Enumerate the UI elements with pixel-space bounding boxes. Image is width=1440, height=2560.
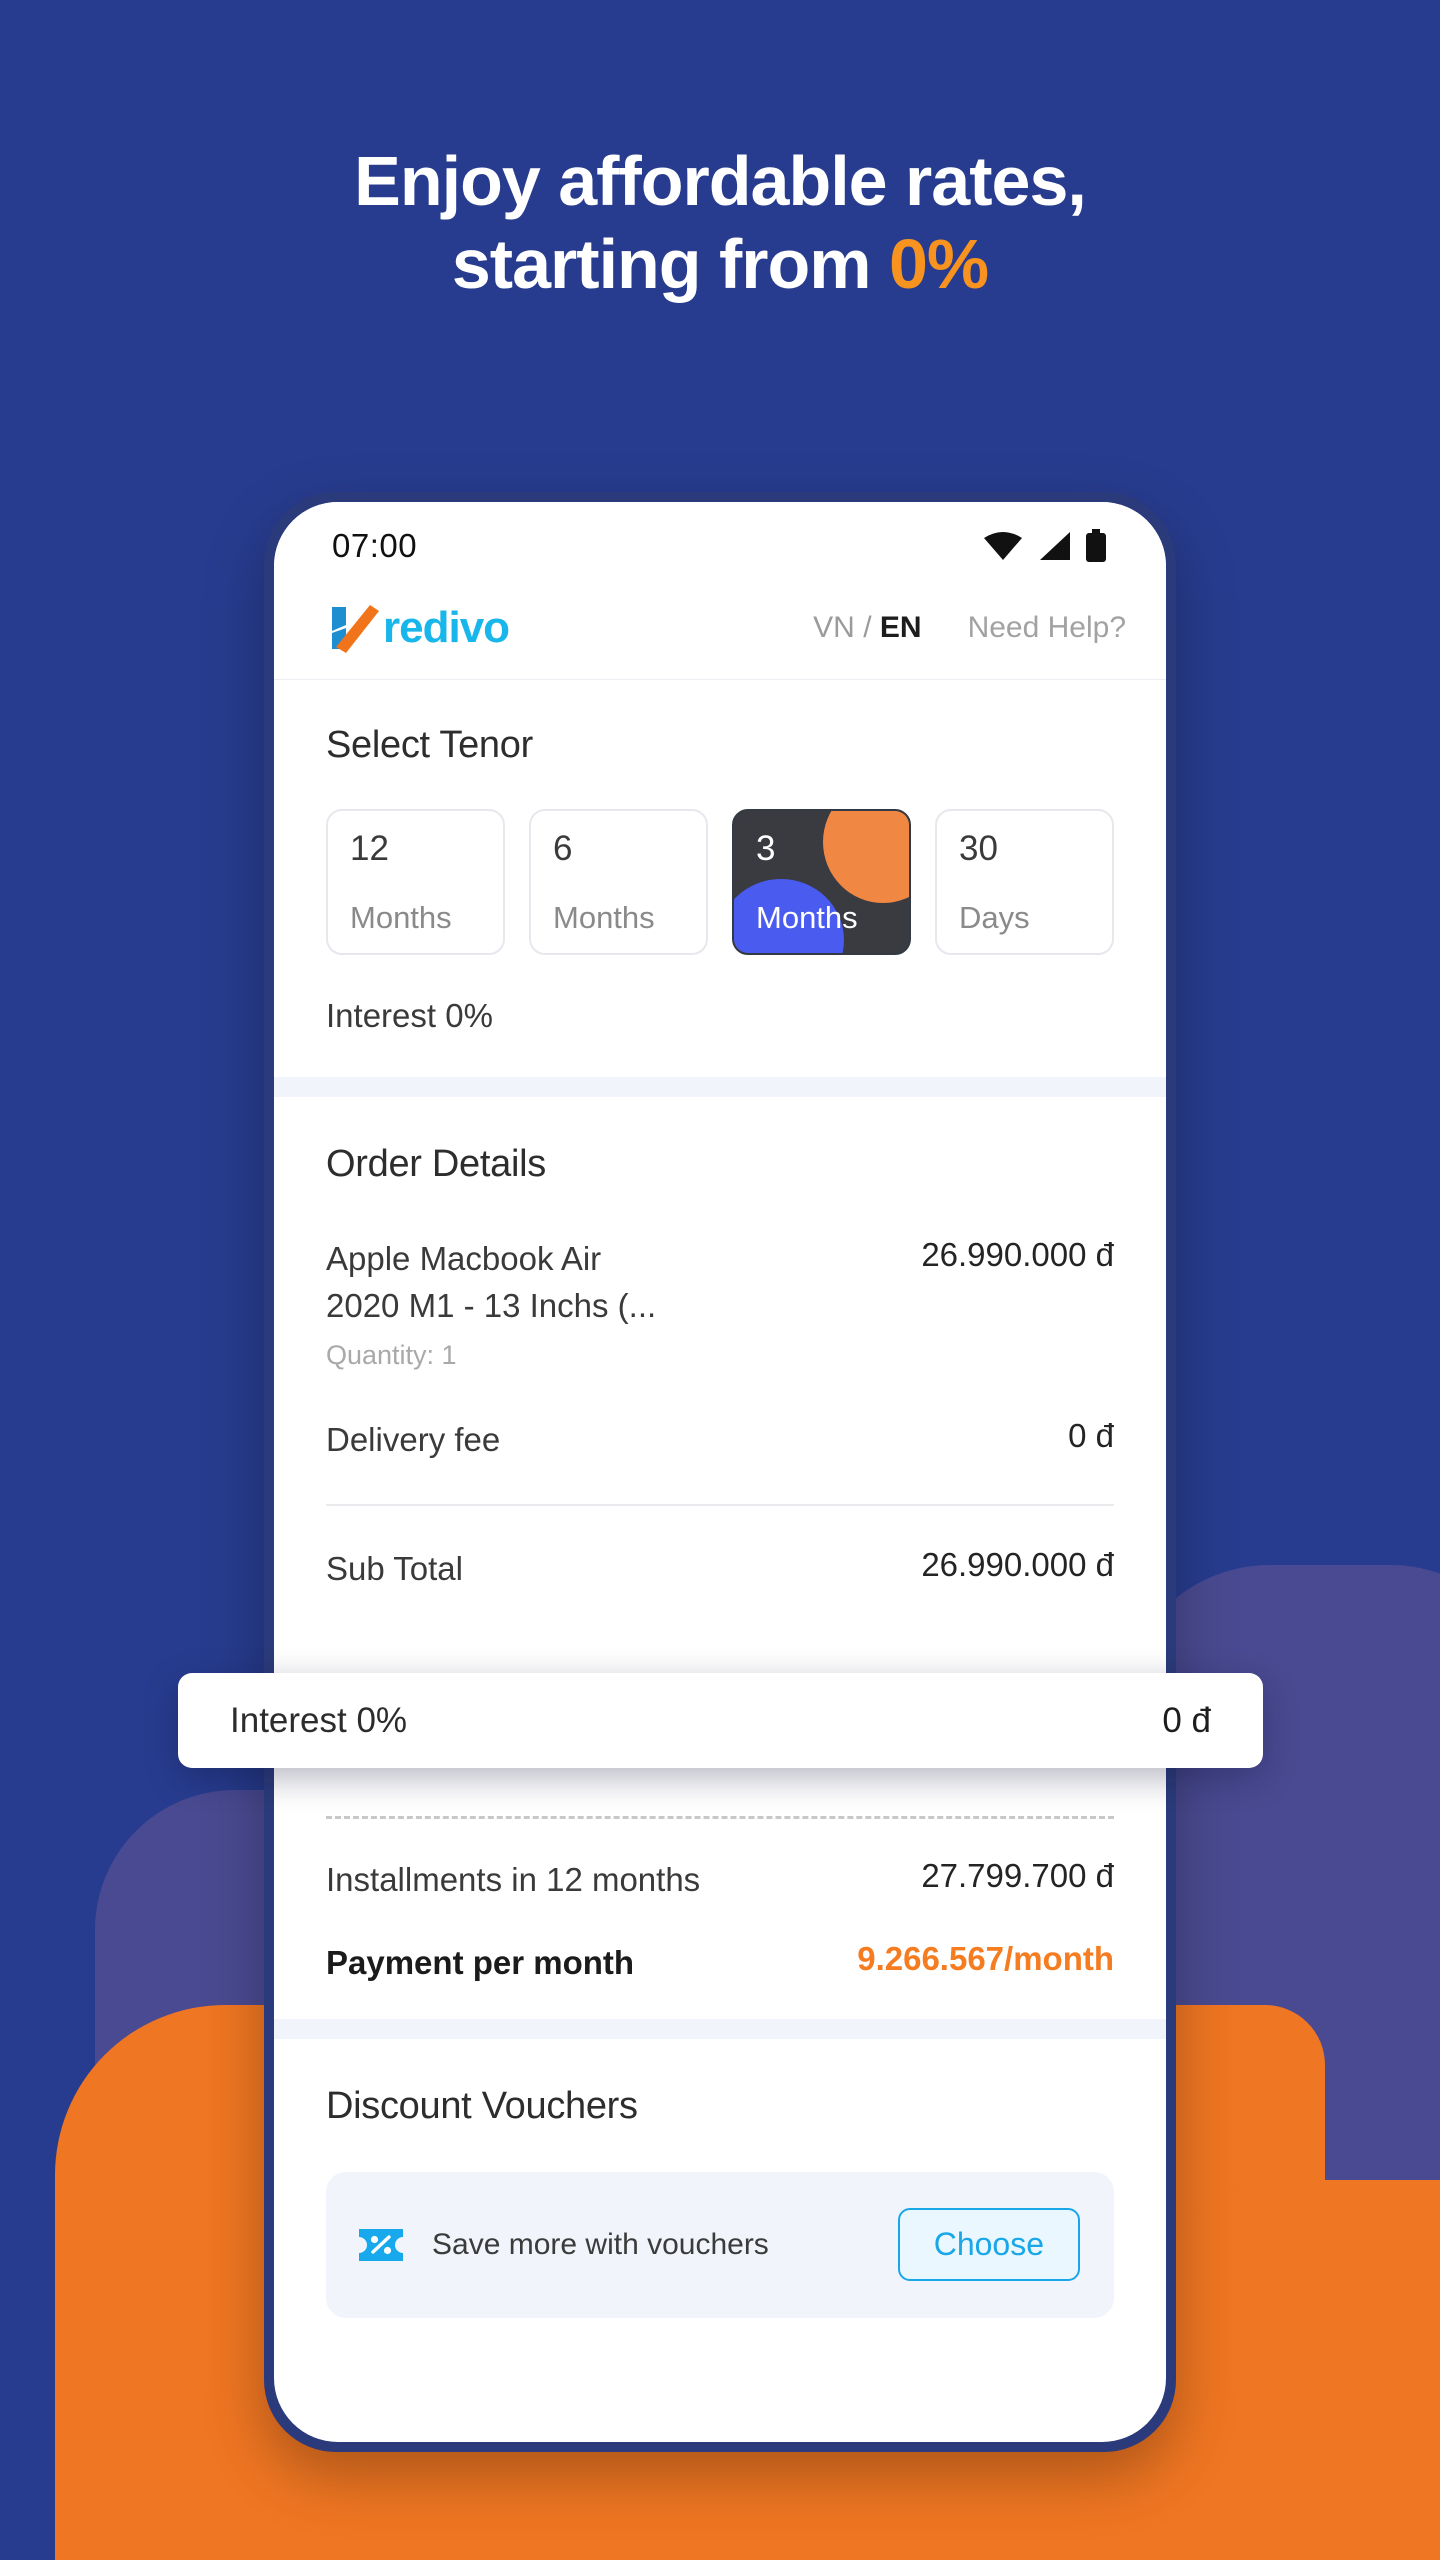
product-info: Apple Macbook Air 2020 M1 - 13 Inchs (..… (326, 1236, 656, 1371)
order-product-row: Apple Macbook Air 2020 M1 - 13 Inchs (..… (326, 1236, 1114, 1371)
lang-vn[interactable]: VN (813, 611, 855, 644)
tenor-option-6-months[interactable]: 6 Months (529, 809, 708, 955)
voucher-text: Save more with vouchers (432, 2227, 769, 2261)
section-divider (274, 1077, 1166, 1097)
headline-line-2-text: starting from (451, 224, 889, 303)
kredivo-wordmark: redivo (383, 602, 510, 652)
discount-vouchers-section: Discount Vouchers Save more with voucher… (274, 2038, 1166, 2364)
status-bar: 07:00 (274, 502, 1166, 576)
lang-divider: / (854, 610, 880, 644)
tenor-unit: Months (553, 900, 655, 935)
tenor-number: 6 (553, 829, 573, 868)
phone-screen: 07:00 redivo VN / EN Need Help? Select T… (274, 502, 1166, 2442)
tenor-option-12-months[interactable]: 12 Months (326, 809, 505, 955)
delivery-fee-row: Delivery fee 0 đ (326, 1417, 1114, 1464)
payment-per-month-row: Payment per month 9.266.567/month (326, 1940, 1114, 1987)
tenor-unit: Months (756, 900, 858, 935)
select-tenor-section: Select Tenor 12 Months 6 Months 3 Months (274, 680, 1166, 1077)
sub-total-label: Sub Total (326, 1549, 463, 1587)
wifi-icon (984, 532, 1022, 560)
orange-blob-right (1160, 2180, 1440, 2560)
sub-total-row: Sub Total 26.990.000 đ (326, 1546, 1114, 1593)
tenor-unit: Months (350, 900, 452, 935)
tenor-unit: Days (959, 900, 1030, 935)
headline-line-1: Enjoy affordable rates, (354, 142, 1087, 220)
kredivo-logo[interactable]: redivo (326, 601, 510, 655)
choose-voucher-button[interactable]: Choose (897, 2208, 1080, 2282)
tenor-number: 12 (350, 829, 389, 868)
product-name-line-2: 2020 M1 - 13 Inchs (... (326, 1286, 657, 1324)
overlay-interest-value: 0 đ (1162, 1700, 1211, 1740)
tenor-number: 3 (756, 829, 776, 868)
section-divider-2 (274, 2018, 1166, 2039)
product-name-line-1: Apple Macbook Air (326, 1240, 602, 1277)
payment-per-month-value: 9.266.567/month (857, 1940, 1114, 1978)
promo-headline: Enjoy affordable rates, starting from 0% (0, 140, 1440, 305)
headline-line-2: starting from 0% (0, 223, 1440, 306)
header-actions: VN / EN Need Help? (813, 611, 1126, 645)
order-divider (326, 1503, 1114, 1506)
tenor-options: 12 Months 6 Months 3 Months 30 Days (326, 809, 1114, 955)
interest-highlight-overlay: Interest 0% 0 đ (178, 1673, 1263, 1768)
delivery-fee-label: Delivery fee (326, 1420, 501, 1458)
battery-icon (1086, 529, 1106, 562)
discount-vouchers-title: Discount Vouchers (326, 2084, 638, 2127)
need-help-link[interactable]: Need Help? (968, 611, 1126, 645)
delivery-fee-value: 0 đ (1068, 1416, 1114, 1454)
overlay-interest-label: Interest 0% (230, 1700, 408, 1740)
app-header: redivo VN / EN Need Help? (274, 576, 1166, 680)
kredivo-k-icon (332, 604, 379, 653)
headline-highlight: 0% (888, 224, 989, 303)
tenor-number: 30 (959, 829, 998, 868)
voucher-card: Save more with vouchers Choose (326, 2171, 1114, 2318)
installments-label: Installments in 12 months (326, 1861, 701, 1899)
installments-row: Installments in 12 months 27.799.700 đ (326, 1857, 1114, 1904)
lang-en[interactable]: EN (880, 611, 922, 644)
product-quantity: Quantity: 1 (326, 1339, 457, 1370)
payment-per-month-label: Payment per month (326, 1944, 635, 1982)
phone-mockup: 07:00 redivo VN / EN Need Help? Select T… (264, 492, 1176, 2452)
order-details-title: Order Details (326, 1143, 546, 1185)
language-switcher[interactable]: VN / EN (813, 611, 921, 645)
order-details-section: Order Details Apple Macbook Air 2020 M1 … (274, 1097, 1166, 2019)
tenor-interest-label: Interest 0% (326, 997, 493, 1034)
tenor-option-30-days[interactable]: 30 Days (935, 809, 1114, 955)
product-price: 26.990.000 đ (921, 1236, 1114, 1273)
installments-value: 27.799.700 đ (921, 1857, 1114, 1895)
order-dashed-divider (326, 1816, 1114, 1820)
tenor-option-3-months-selected[interactable]: 3 Months (732, 809, 911, 955)
status-icons (982, 529, 1108, 563)
signal-icon (1040, 532, 1070, 560)
status-clock: 07:00 (332, 527, 418, 564)
select-tenor-title: Select Tenor (326, 724, 533, 766)
sub-total-value: 26.990.000 đ (921, 1545, 1114, 1583)
percent-ticket-icon (359, 2228, 403, 2261)
